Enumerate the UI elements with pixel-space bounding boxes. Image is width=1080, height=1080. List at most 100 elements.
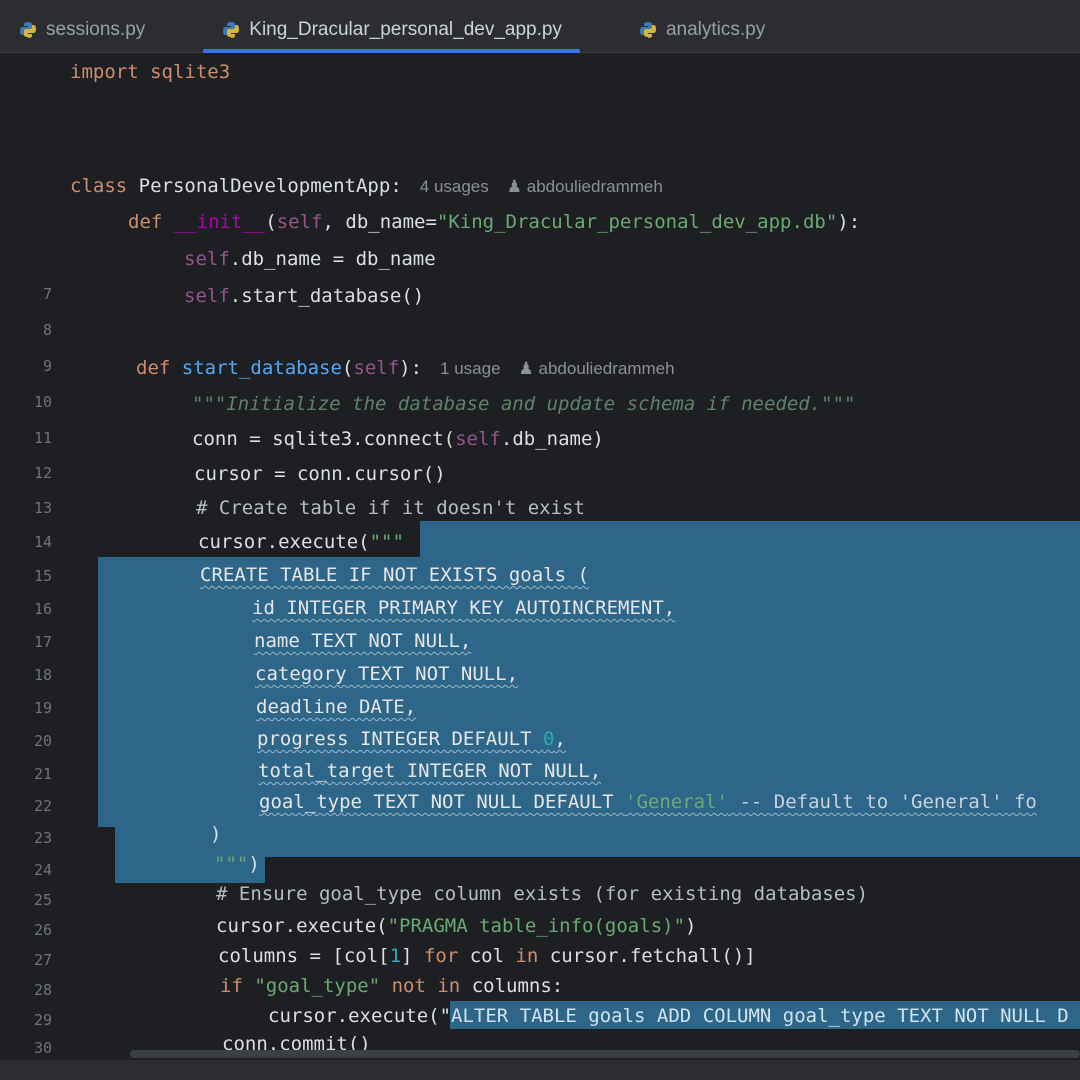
statement: columns: (460, 975, 564, 997)
statement: conn = sqlite3.connect( (192, 428, 456, 450)
keyword: def (136, 357, 182, 379)
punctuation: ] (401, 945, 424, 967)
python-file-icon (638, 20, 658, 40)
status-bar (0, 1060, 1080, 1080)
keyword: for (423, 945, 459, 967)
import-statement: import sqlite3 (70, 61, 231, 83)
line-number: 10 (33, 393, 52, 411)
line-number: 29 (33, 1011, 52, 1029)
code-line: columns = [col[1] for col in cursor.fetc… (218, 941, 756, 971)
tab-label: King_Dracular_personal_dev_app.py (249, 19, 562, 40)
code-line: def start_database(self): 1 usage ♟ abdoul… (136, 353, 675, 383)
line-number: 14 (33, 533, 52, 551)
line-number: 16 (33, 600, 52, 618)
code-line: import sqlite3 (70, 57, 230, 87)
line-number-gutter: 7 8 9 10 11 12 13 14 15 16 17 18 19 20 2… (0, 53, 62, 1057)
horizontal-scrollbar[interactable] (130, 1050, 1080, 1058)
line-number: 7 (42, 285, 52, 303)
statement: .start_database() (229, 285, 425, 307)
tab-king-dracular[interactable]: King_Dracular_personal_dev_app.py (203, 8, 580, 54)
string-literal: 'General' (625, 791, 728, 813)
usages-hint[interactable]: 4 usages ♟ abdouliedrammeh (420, 177, 663, 196)
punctuation: : (390, 175, 402, 197)
line-number: 21 (33, 765, 52, 783)
line-number: 23 (33, 829, 52, 847)
string-literal: "ALTER TABLE goals ADD COLUMN goal_type … (439, 1005, 1069, 1027)
keyword: in (515, 945, 539, 967)
tab-analytics[interactable]: analytics.py (620, 8, 783, 52)
sql-line: total_target INTEGER NOT NULL, (258, 760, 602, 782)
string-literal: "goal_type" (254, 975, 381, 997)
keyword: class (70, 175, 139, 197)
sql-comment: -- Default to 'General' fo (728, 791, 1037, 813)
line-number: 13 (33, 499, 52, 517)
number-literal: 0 (542, 728, 555, 750)
tab-label: analytics.py (665, 19, 766, 40)
line-number: 9 (42, 357, 52, 375)
author-hint: ♟ abdouliedrammeh (518, 359, 675, 378)
punctuation: ) (685, 915, 697, 937)
line-number: 27 (33, 951, 52, 969)
code-line: """) (214, 849, 260, 879)
statement: col (458, 945, 516, 967)
author-name: abdouliedrammeh (538, 359, 675, 378)
code-comment: # Create table if it doesn't exist (196, 497, 585, 519)
line-number: 30 (33, 1039, 52, 1057)
text-selection (420, 521, 1080, 557)
keyword: if (220, 975, 255, 997)
sql-line: deadline DATE, (256, 696, 417, 718)
tab-label: sessions.py (46, 19, 146, 40)
line-number: 8 (42, 321, 52, 339)
string-literal: "King_Dracular_personal_dev_app.db" (436, 211, 838, 233)
line-number: 12 (33, 464, 52, 482)
code-editor[interactable]: 7 8 9 10 11 12 13 14 15 16 17 18 19 20 2… (0, 53, 1080, 1057)
statement: cursor.fetchall()] (538, 945, 756, 967)
line-number: 25 (33, 891, 52, 909)
code-line: def __init__(self, db_name="King_Dracula… (128, 207, 860, 237)
sql-line: category TEXT NOT NULL, (255, 663, 519, 685)
keyword: not in (380, 975, 461, 997)
self-keyword: self (276, 211, 323, 233)
line-number: 19 (33, 699, 52, 717)
sql-line: name TEXT NOT NULL, (254, 630, 472, 652)
code-line: cursor = conn.cursor() (194, 463, 446, 485)
usages-label: 1 usage (440, 359, 501, 378)
line-number: 11 (33, 429, 52, 447)
code-line: self.start_database() (184, 281, 424, 311)
sql-line: goal_type TEXT NOT NULL DEFAULT 'General… (259, 787, 1037, 817)
sql-text: goal_type TEXT NOT NULL DEFAULT (259, 791, 626, 813)
punctuation: , (554, 728, 566, 750)
line-number: 26 (33, 921, 52, 939)
punctuation: ( (341, 357, 354, 379)
sql-line: ) (210, 823, 222, 845)
punctuation: ): (837, 211, 861, 233)
statement: cursor.execute( (268, 1005, 440, 1027)
usages-label: 4 usages (419, 177, 489, 196)
statement: .db_name = db_name (229, 248, 436, 270)
line-number: 20 (33, 732, 52, 750)
self-keyword: self (184, 248, 230, 270)
statement: .db_name) (500, 428, 604, 450)
code-line: if "goal_type" not in columns: (220, 971, 563, 1001)
statement: columns = [col[ (218, 945, 390, 967)
code-line: cursor.execute("ALTER TABLE goals ADD CO… (268, 1001, 1069, 1031)
parameter: , db_name= (322, 211, 437, 233)
line-number: 24 (33, 861, 52, 879)
author-hint: ♟ abdouliedrammeh (506, 177, 663, 196)
self-keyword: self (353, 357, 400, 379)
code-line: """Initialize the database and update sc… (192, 393, 856, 415)
line-number: 17 (33, 633, 52, 651)
line-number: 15 (33, 567, 52, 585)
self-keyword: self (184, 285, 230, 307)
author-name: abdouliedrammeh (526, 177, 663, 196)
usages-hint[interactable]: 1 usage ♟ abdouliedrammeh (440, 359, 675, 378)
sql-line: id INTEGER PRIMARY KEY AUTOINCREMENT, (252, 597, 676, 619)
tab-sessions[interactable]: sessions.py (0, 8, 163, 52)
code-line: cursor.execute("PRAGMA table_info(goals)… (216, 911, 696, 941)
punctuation: ( (265, 211, 277, 233)
line-number: 28 (33, 981, 52, 999)
class-name: PersonalDevelopmentApp (138, 175, 391, 197)
sql-line: CREATE TABLE IF NOT EXISTS goals ( (200, 564, 589, 586)
keyword: def (128, 211, 174, 233)
line-number: 18 (33, 666, 52, 684)
